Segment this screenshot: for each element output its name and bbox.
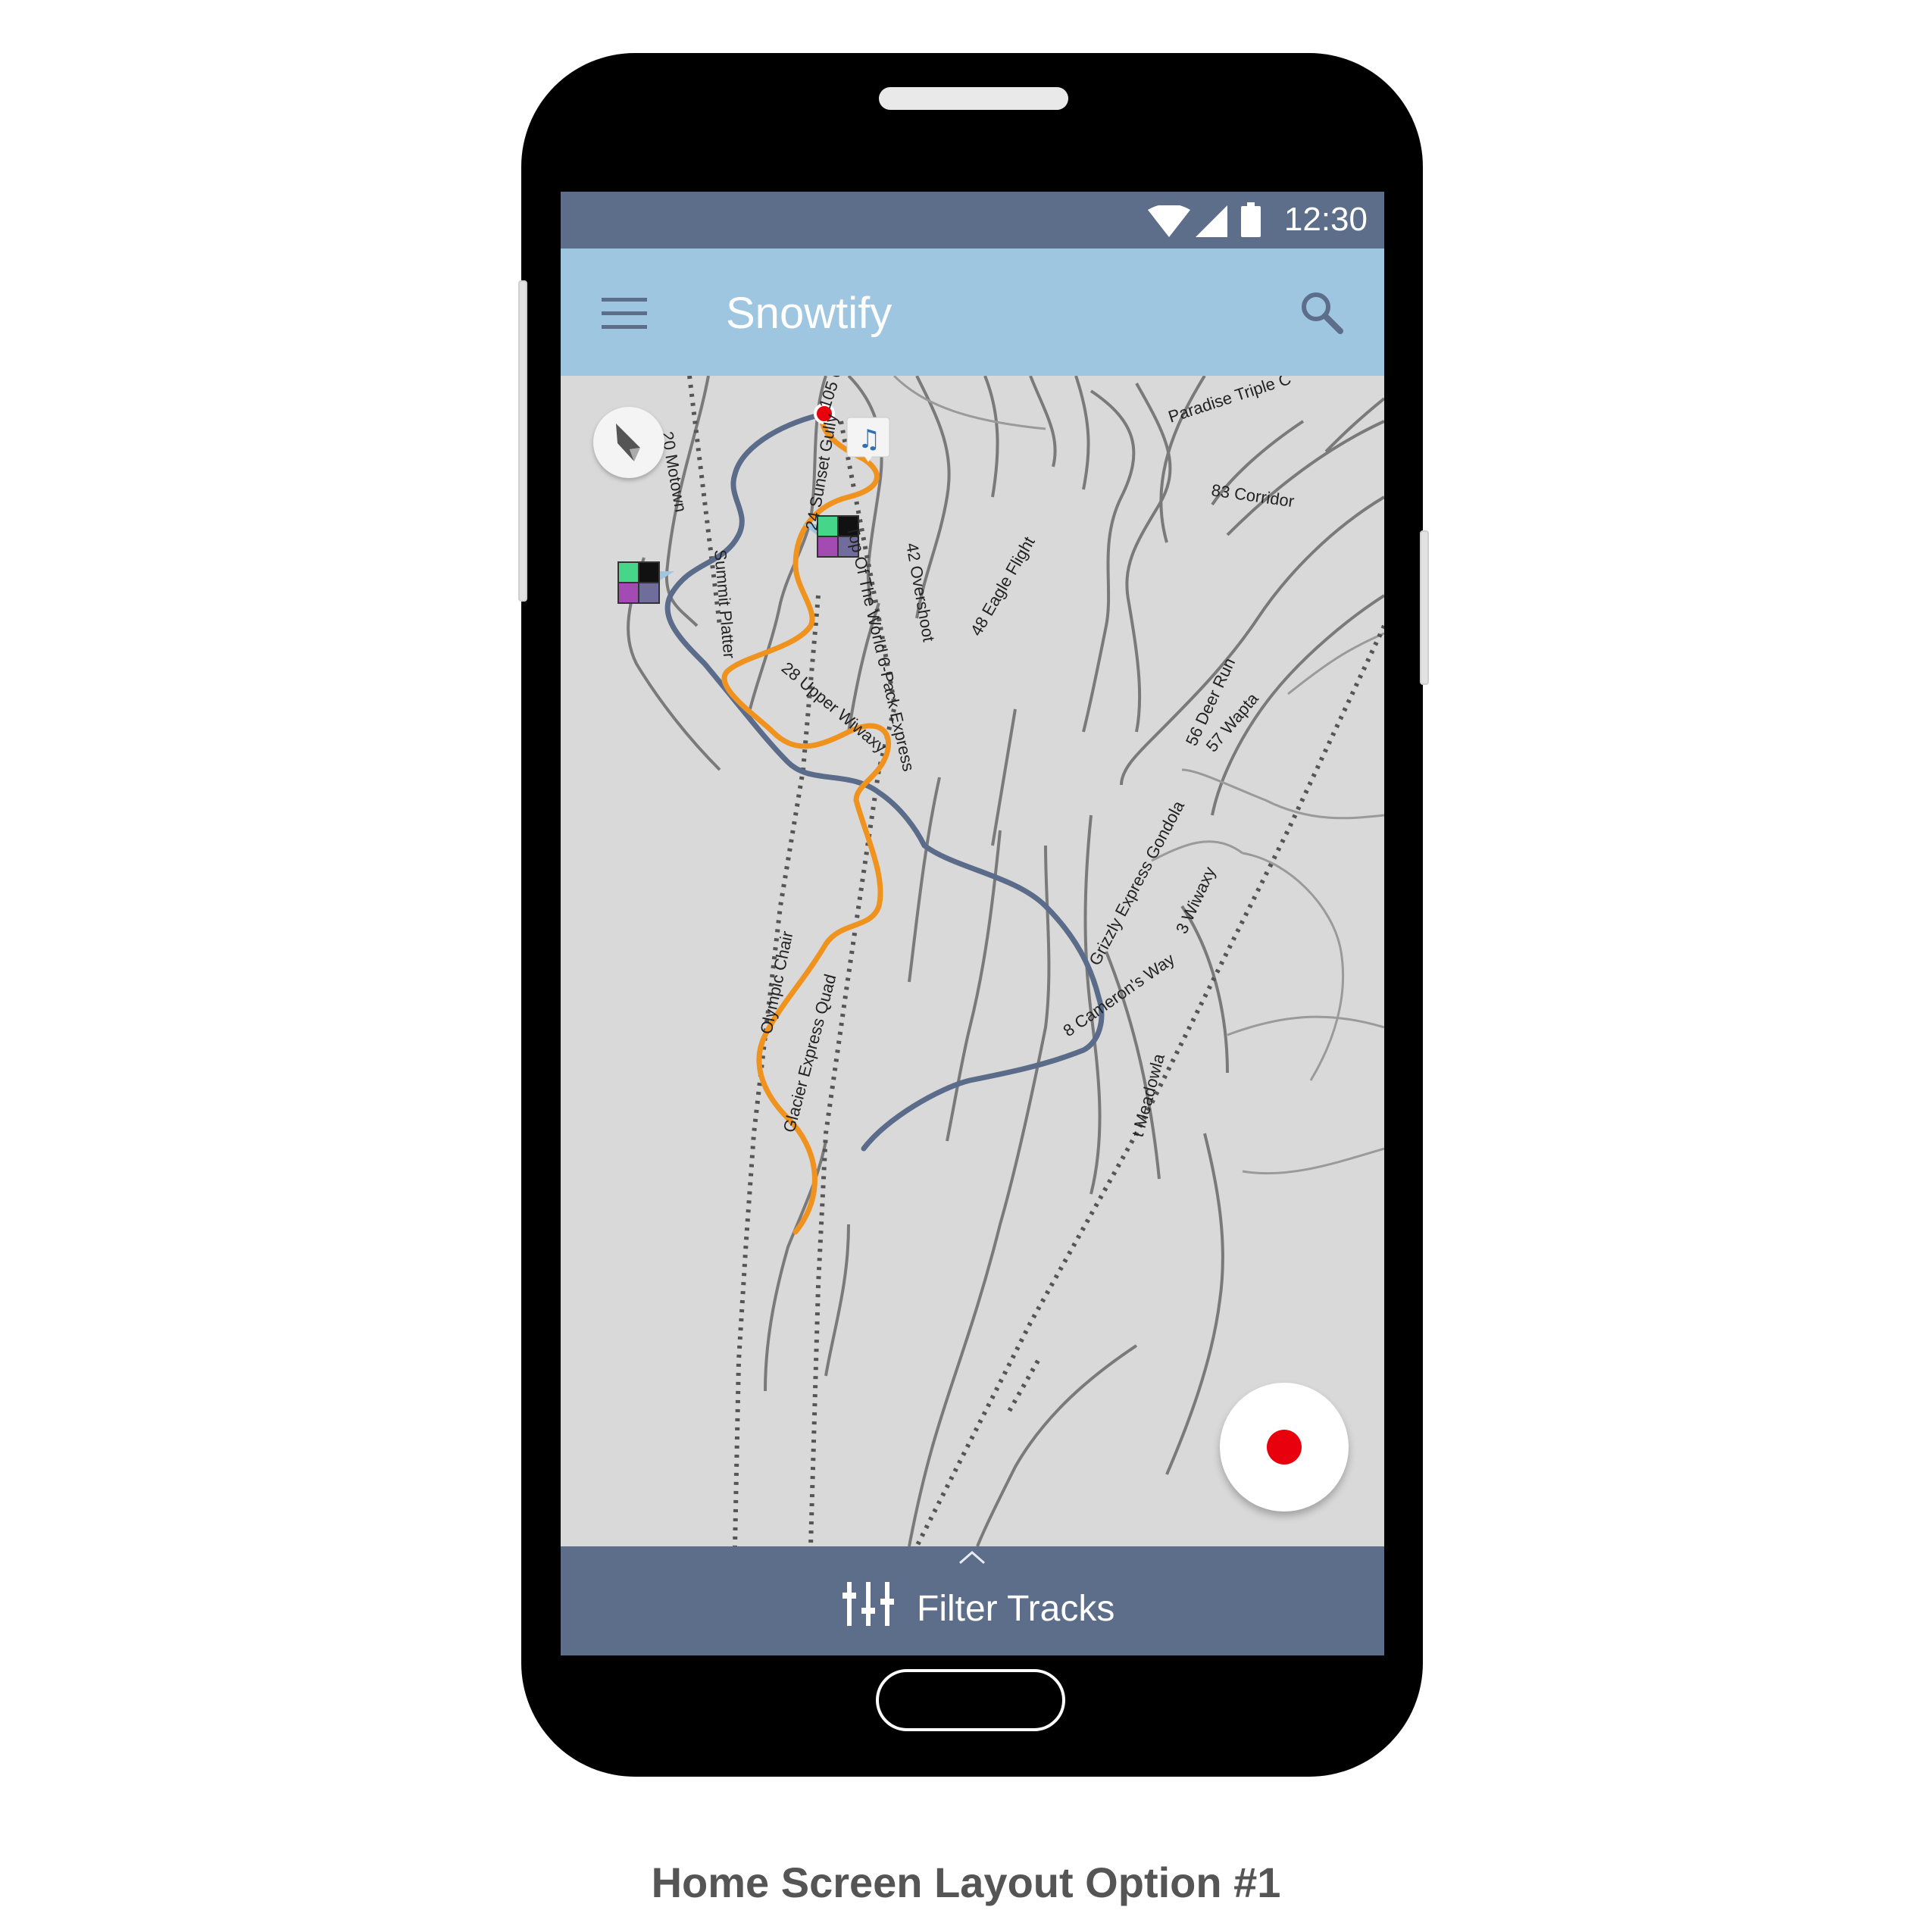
- trail-label: 3 Wiwaxy: [1172, 864, 1219, 936]
- trail-label: Paradise Triple C: [1166, 376, 1293, 427]
- app-title: Snowtify: [726, 289, 893, 338]
- search-icon[interactable]: [1299, 290, 1343, 334]
- location-button[interactable]: [593, 407, 664, 478]
- svg-text:♫: ♫: [858, 424, 880, 455]
- trail-label: 105 C: [815, 376, 847, 411]
- trail-label: 28 Upper Wiwaxy: [778, 658, 890, 757]
- menu-icon[interactable]: [602, 298, 647, 330]
- battery-icon: [1241, 202, 1261, 237]
- trail-label: Olympic Chair: [756, 930, 796, 1036]
- chevron-up-icon[interactable]: [958, 1550, 986, 1565]
- phone-side-button-right: [1420, 530, 1429, 685]
- record-button[interactable]: [1220, 1383, 1349, 1512]
- trail-label: t Meadowla: [1128, 1051, 1168, 1139]
- music-note-marker[interactable]: ♫: [846, 417, 890, 462]
- record-icon: [1267, 1430, 1302, 1465]
- status-bar: 12:30: [561, 192, 1384, 249]
- app-bar: Snowtify: [561, 249, 1384, 376]
- trail-label: Grizzly Express Gondola: [1085, 797, 1188, 968]
- ski-map[interactable]: ♫ 105 C Paradise Triple C 83 Corridor 20…: [561, 376, 1384, 1546]
- navigation-arrow-icon: [616, 424, 640, 461]
- filter-tracks-bar[interactable]: Filter Tracks: [561, 1546, 1384, 1655]
- status-time: 12:30: [1283, 201, 1368, 238]
- filter-tracks-label: Filter Tracks: [917, 1589, 1115, 1629]
- phone-side-button-left: [518, 280, 527, 602]
- trail-label: 48 Eagle Flight: [967, 533, 1039, 639]
- home-button[interactable]: [876, 1669, 1065, 1731]
- caption: Home Screen Layout Option #1: [651, 1859, 1281, 1906]
- blue-track[interactable]: [664, 411, 1105, 1152]
- sliders-icon: [843, 1582, 894, 1626]
- wifi-icon: [1148, 205, 1190, 237]
- signal-icon: [1196, 205, 1227, 237]
- trail-label: 24 Sunset Gully: [802, 413, 841, 532]
- phone-speaker: [879, 87, 1068, 110]
- trail-label: 8 Cameron's Way: [1060, 949, 1178, 1040]
